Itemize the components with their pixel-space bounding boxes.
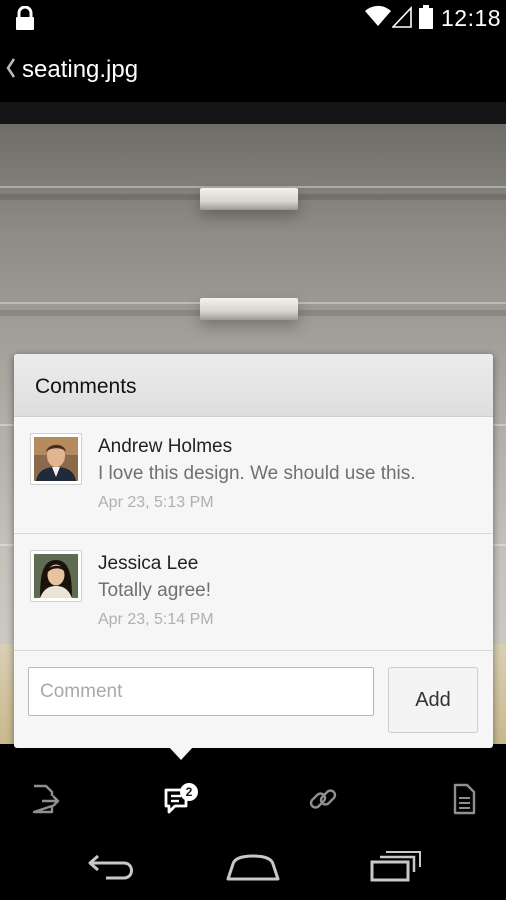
share-icon[interactable] — [28, 782, 62, 816]
ceiling-light — [200, 188, 298, 210]
avatar[interactable] — [30, 550, 82, 602]
avatar-image — [34, 437, 78, 481]
comment-time: Apr 23, 5:14 PM — [98, 611, 214, 628]
status-time: 12:18 — [441, 5, 502, 31]
comment-text: I love this design. We should use this. — [98, 463, 416, 484]
file-title[interactable]: seating.jpg — [22, 56, 138, 84]
file-info-icon[interactable] — [447, 782, 481, 816]
bottom-toolbar: 2 — [0, 764, 506, 834]
divider — [0, 102, 506, 124]
popup-header: Comments — [14, 354, 493, 417]
navigation-bar — [0, 834, 506, 900]
comment-time: Apr 23, 5:13 PM — [98, 494, 214, 511]
wifi-icon — [365, 5, 391, 26]
up-chevron-icon[interactable] — [6, 58, 16, 78]
comment-item[interactable]: Andrew Holmes I love this design. We sho… — [14, 417, 493, 534]
avatar-image — [34, 554, 78, 598]
status-bar: 12:18 — [0, 0, 506, 36]
back-icon[interactable] — [86, 850, 138, 884]
comment-text: Totally agree! — [98, 580, 212, 601]
ceiling-light — [200, 298, 298, 320]
signal-icon — [392, 6, 412, 28]
comment-input[interactable] — [28, 667, 374, 716]
popup-pointer — [168, 746, 194, 760]
lock-icon — [16, 6, 34, 30]
comment-author: Andrew Holmes — [98, 436, 233, 457]
home-icon[interactable] — [225, 850, 281, 884]
recents-icon[interactable] — [368, 850, 422, 884]
avatar[interactable] — [30, 433, 82, 485]
battery-icon — [419, 5, 433, 29]
add-comment-button[interactable]: Add — [388, 667, 478, 733]
comment-author: Jessica Lee — [98, 553, 199, 574]
comment-item[interactable]: Jessica Lee Totally agree! Apr 23, 5:14 … — [14, 534, 493, 651]
link-icon[interactable] — [306, 782, 340, 816]
action-bar: seating.jpg — [0, 36, 506, 102]
comments-popup: Comments Andrew Holmes I love this desig… — [14, 354, 493, 748]
comment-count-badge: 2 — [180, 783, 198, 801]
popup-title: Comments — [35, 375, 137, 398]
